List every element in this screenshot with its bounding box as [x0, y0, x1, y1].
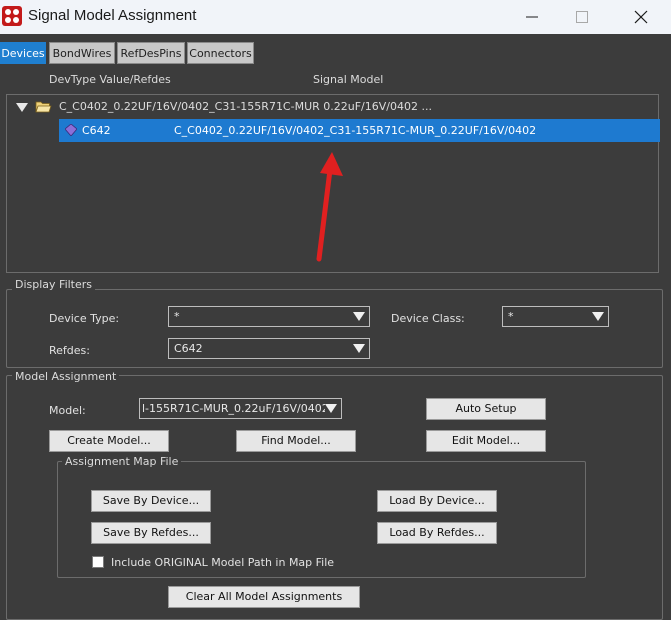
chevron-down-icon: [592, 312, 604, 321]
tree-parent-label: C_C0402_0.22UF/16V/0402_C31-155R71C-MUR …: [59, 100, 432, 113]
load-by-device-button[interactable]: Load By Device...: [377, 490, 497, 512]
include-original-label: Include ORIGINAL Model Path in Map File: [111, 556, 335, 569]
refdes-value: C642: [174, 342, 203, 355]
tree-child-model: C_C0402_0.22UF/16V/0402_C31-155R71C-MUR_…: [174, 124, 537, 137]
auto-setup-button[interactable]: Auto Setup: [426, 398, 546, 420]
tab-bondwires[interactable]: BondWires: [49, 42, 115, 64]
tab-devices[interactable]: Devices: [0, 42, 46, 64]
device-class-label: Device Class:: [391, 312, 465, 325]
include-original-checkbox[interactable]: [92, 556, 104, 568]
save-by-device-button[interactable]: Save By Device...: [91, 490, 211, 512]
device-type-value: *: [174, 310, 180, 323]
open-folder-icon: [35, 101, 52, 113]
column-header-devtype[interactable]: DevType Value/Refdes: [49, 73, 171, 86]
tree-row-parent[interactable]: C_C0402_0.22UF/16V/0402_C31-155R71C-MUR …: [7, 96, 657, 118]
red-arrow-annotation-icon: [316, 152, 343, 262]
close-button[interactable]: [618, 0, 664, 34]
model-label: Model:: [49, 404, 86, 417]
model-value: l-155R71C-MUR_0.22uF/16V/0402: [142, 402, 329, 415]
find-model-button[interactable]: Find Model...: [236, 430, 356, 452]
clear-all-assignments-button[interactable]: Clear All Model Assignments: [168, 586, 360, 608]
minimize-button[interactable]: [509, 0, 555, 34]
refdes-label: Refdes:: [49, 344, 90, 357]
tab-connectors[interactable]: Connectors: [187, 42, 254, 64]
tab-refdespins[interactable]: RefDesPins: [117, 42, 185, 64]
title-bar: Signal Model Assignment: [0, 0, 671, 34]
device-type-select[interactable]: *: [168, 306, 370, 327]
create-model-button[interactable]: Create Model...: [49, 430, 169, 452]
window-title: Signal Model Assignment: [28, 7, 197, 24]
expand-triangle-icon[interactable]: [16, 103, 28, 112]
minimize-icon: [526, 16, 538, 18]
column-header-signal-model[interactable]: Signal Model: [313, 73, 383, 86]
model-select[interactable]: l-155R71C-MUR_0.22uF/16V/0402: [139, 398, 342, 419]
load-by-refdes-button[interactable]: Load By Refdes...: [377, 522, 497, 544]
model-assignment-title: Model Assignment: [12, 370, 120, 383]
maximize-button[interactable]: [559, 0, 605, 34]
refdes-select[interactable]: C642: [168, 338, 370, 359]
tree-child-refdes: C642: [82, 124, 111, 137]
assignment-map-file-title: Assignment Map File: [62, 455, 182, 468]
app-logo-icon: [2, 6, 22, 26]
display-filters-title: Display Filters: [12, 278, 96, 291]
chevron-down-icon: [325, 404, 337, 413]
device-class-value: *: [508, 310, 514, 323]
tree-row-c642[interactable]: C642 C_C0402_0.22UF/16V/0402_C31-155R71C…: [59, 119, 660, 142]
device-class-select[interactable]: *: [502, 306, 609, 327]
edit-model-button[interactable]: Edit Model...: [426, 430, 546, 452]
chevron-down-icon: [353, 312, 365, 321]
component-icon: [65, 124, 77, 136]
device-type-label: Device Type:: [49, 312, 120, 325]
maximize-icon: [576, 11, 588, 23]
chevron-down-icon: [353, 344, 365, 353]
close-icon: [634, 10, 648, 24]
save-by-refdes-button[interactable]: Save By Refdes...: [91, 522, 211, 544]
